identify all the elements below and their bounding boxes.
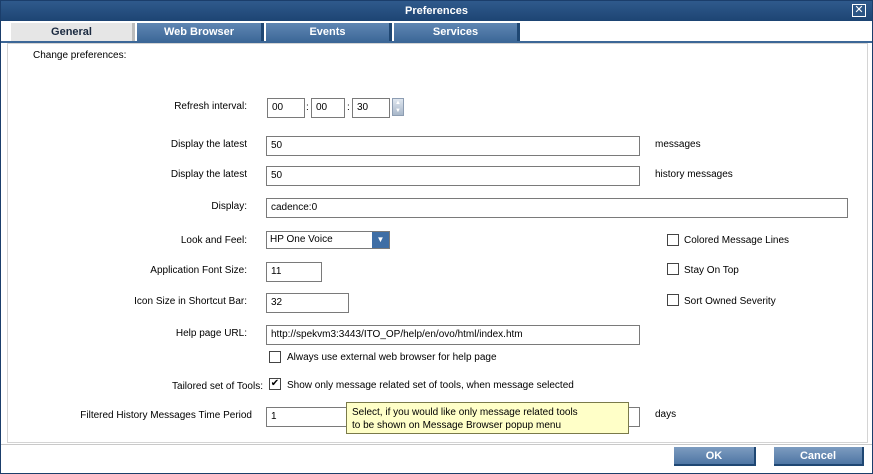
tailored-tools-option-label: Show only message related set of tools, … [287, 380, 574, 391]
filtered-history-label: Filtered History Messages Time Period [80, 410, 252, 421]
spinner-up-icon[interactable]: ▲ [393, 99, 403, 107]
help-url-label: Help page URL: [175, 328, 247, 339]
spinner-down-icon[interactable]: ▼ [393, 107, 403, 115]
chevron-down-icon[interactable]: ▼ [372, 232, 389, 248]
font-size-label: Application Font Size: [150, 265, 247, 276]
tab-strip: General Web Browser Events Services [1, 22, 872, 42]
display-latest-history-label: Display the latest [170, 169, 247, 180]
refresh-minutes-input[interactable]: 00 [311, 98, 345, 118]
sort-owned-label: Sort Owned Severity [684, 296, 776, 307]
external-browser-label: Always use external web browser for help… [287, 352, 497, 363]
look-and-feel-value: HP One Voice [270, 234, 333, 245]
icon-size-label: Icon Size in Shortcut Bar: [134, 296, 247, 307]
tooltip: Select, if you would like only message r… [346, 402, 629, 434]
panel-heading: Change preferences: [33, 50, 127, 61]
help-url-input[interactable]: http://spekvm3:3443/ITO_OP/help/en/ovo/h… [266, 325, 640, 345]
refresh-spinner[interactable]: ▲ ▼ [392, 98, 404, 116]
time-separator: : [347, 102, 350, 113]
days-suffix: days [655, 409, 677, 420]
cancel-button[interactable]: Cancel [774, 447, 864, 466]
icon-size-input[interactable]: 32 [266, 293, 349, 313]
ok-button[interactable]: OK [674, 447, 756, 466]
refresh-interval-label: Refresh interval: [174, 101, 247, 112]
tab-events[interactable]: Events [266, 23, 392, 42]
window-title: Preferences [405, 5, 468, 17]
close-icon[interactable]: ✕ [852, 4, 866, 17]
display-label: Display: [211, 201, 247, 212]
tab-web-browser[interactable]: Web Browser [137, 23, 264, 42]
tab-services[interactable]: Services [394, 23, 520, 42]
messages-suffix: messages [655, 139, 701, 150]
latest-history-input[interactable]: 50 [266, 166, 640, 186]
tooltip-line-1: Select, if you would like only message r… [352, 407, 578, 418]
stay-on-top-checkbox[interactable] [667, 263, 679, 275]
colored-lines-checkbox[interactable] [667, 234, 679, 246]
latest-messages-input[interactable]: 50 [266, 136, 640, 156]
display-latest-label: Display the latest [170, 139, 247, 150]
external-browser-checkbox[interactable] [269, 351, 281, 363]
refresh-hours-input[interactable]: 00 [267, 98, 305, 118]
colored-lines-label: Colored Message Lines [684, 235, 790, 246]
tailored-tools-checkbox[interactable]: ✔ [269, 378, 281, 390]
look-and-feel-select[interactable]: HP One Voice ▼ [266, 231, 390, 249]
title-bar: Preferences ✕ [1, 1, 872, 21]
time-separator: : [306, 102, 309, 113]
preferences-window: Preferences ✕ General Web Browser Events… [0, 0, 873, 474]
display-input[interactable]: cadence:0 [266, 198, 848, 218]
stay-on-top-label: Stay On Top [684, 265, 739, 276]
tab-general[interactable]: General [11, 23, 135, 42]
font-size-input[interactable]: 11 [266, 262, 322, 282]
tooltip-line-2: to be shown on Message Browser popup men… [352, 420, 562, 431]
refresh-seconds-input[interactable]: 30 [352, 98, 390, 118]
look-and-feel-label: Look and Feel: [180, 235, 247, 246]
tailored-tools-label: Tailored set of Tools: [172, 381, 263, 392]
history-messages-suffix: history messages [655, 169, 733, 180]
sort-owned-checkbox[interactable] [667, 294, 679, 306]
